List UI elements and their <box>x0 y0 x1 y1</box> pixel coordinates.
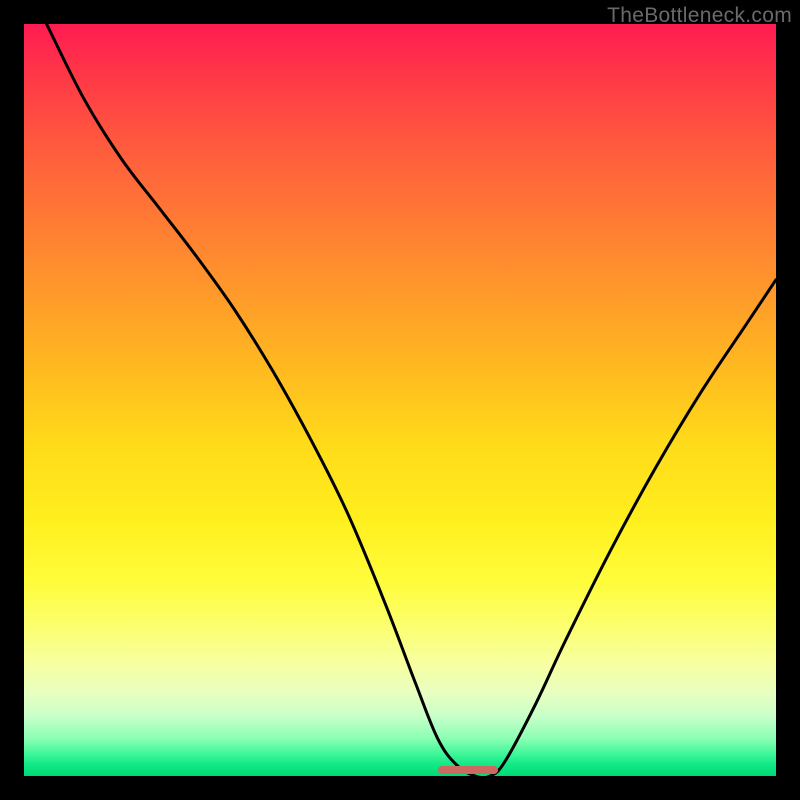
plot-area <box>24 24 776 776</box>
chart-frame: TheBottleneck.com <box>0 0 800 800</box>
curve-svg <box>24 24 776 776</box>
bottleneck-curve <box>24 24 776 776</box>
optimal-range-marker <box>438 766 498 774</box>
watermark-text: TheBottleneck.com <box>607 4 792 28</box>
